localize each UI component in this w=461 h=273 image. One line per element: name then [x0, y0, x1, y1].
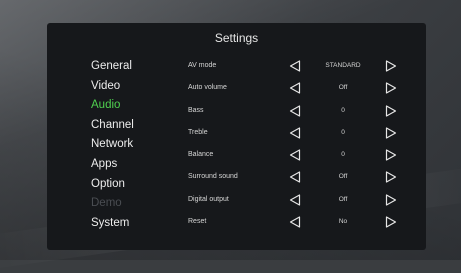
setting-row-reset[interactable]: Reset No	[188, 211, 408, 233]
menu-item-demo: Demo	[91, 197, 122, 210]
triangle-left-icon[interactable]	[289, 82, 301, 94]
triangle-right-icon[interactable]	[385, 60, 397, 72]
triangle-left-icon[interactable]	[289, 216, 301, 228]
settings-panel: Settings General Video Audio Channel Net…	[47, 23, 426, 250]
menu-item-network[interactable]: Network	[91, 135, 161, 155]
menu-item-general[interactable]: General	[91, 57, 161, 77]
triangle-right-icon[interactable]	[385, 127, 397, 139]
setting-label: Surround sound	[188, 173, 238, 181]
triangle-right-icon[interactable]	[385, 216, 397, 228]
setting-value: 0	[341, 106, 345, 114]
triangle-left-icon[interactable]	[289, 171, 301, 184]
setting-label: AV mode	[188, 62, 217, 69]
menu-item-channel[interactable]: Channel	[91, 116, 161, 136]
setting-value: Off	[338, 84, 348, 92]
setting-value: Off	[338, 173, 348, 181]
triangle-right-icon[interactable]	[385, 149, 397, 161]
triangle-right-icon[interactable]	[385, 171, 397, 184]
setting-row-digital-output[interactable]: Digital output Off	[188, 189, 408, 211]
setting-label: Treble	[188, 128, 208, 136]
menu-item-option[interactable]: Option	[91, 175, 161, 195]
setting-row-treble[interactable]: Treble 0	[188, 122, 408, 144]
setting-value: STANDARD	[325, 62, 361, 69]
setting-label: Digital output	[188, 195, 229, 203]
setting-row-surround-sound[interactable]: Surround sound Off	[188, 166, 408, 188]
setting-label: Bass	[188, 106, 204, 114]
setting-row-auto-volume[interactable]: Auto volume Off	[188, 77, 408, 99]
triangle-left-icon[interactable]	[289, 149, 301, 161]
setting-label: Balance	[188, 151, 214, 159]
setting-value: Off	[338, 195, 348, 203]
audio-settings-list: AV mode STANDARD Auto volume Off Bass 0 …	[188, 55, 408, 233]
menu-item-video[interactable]: Video	[91, 77, 161, 97]
setting-value: 0	[341, 151, 345, 159]
triangle-left-icon[interactable]	[289, 127, 301, 139]
settings-category-menu: General Video Audio Channel Network Apps…	[91, 57, 161, 233]
setting-label: Reset	[188, 218, 207, 226]
triangle-right-icon[interactable]	[385, 82, 397, 94]
triangle-right-icon[interactable]	[385, 194, 397, 206]
triangle-left-icon[interactable]	[289, 194, 301, 206]
triangle-left-icon[interactable]	[289, 104, 301, 117]
setting-row-balance[interactable]: Balance 0	[188, 144, 408, 166]
triangle-left-icon[interactable]	[289, 60, 301, 72]
setting-value: 0	[341, 128, 345, 136]
setting-label: Auto volume	[188, 84, 227, 92]
setting-row-bass[interactable]: Bass 0	[188, 100, 408, 122]
setting-value: No	[338, 218, 348, 226]
triangle-right-icon[interactable]	[385, 104, 397, 117]
settings-title: Settings	[214, 31, 259, 45]
setting-row-av-mode[interactable]: AV mode STANDARD	[188, 55, 408, 77]
menu-item-system[interactable]: System	[91, 214, 161, 234]
menu-item-apps[interactable]: Apps	[91, 155, 161, 175]
menu-item-audio[interactable]: Audio	[91, 96, 161, 116]
